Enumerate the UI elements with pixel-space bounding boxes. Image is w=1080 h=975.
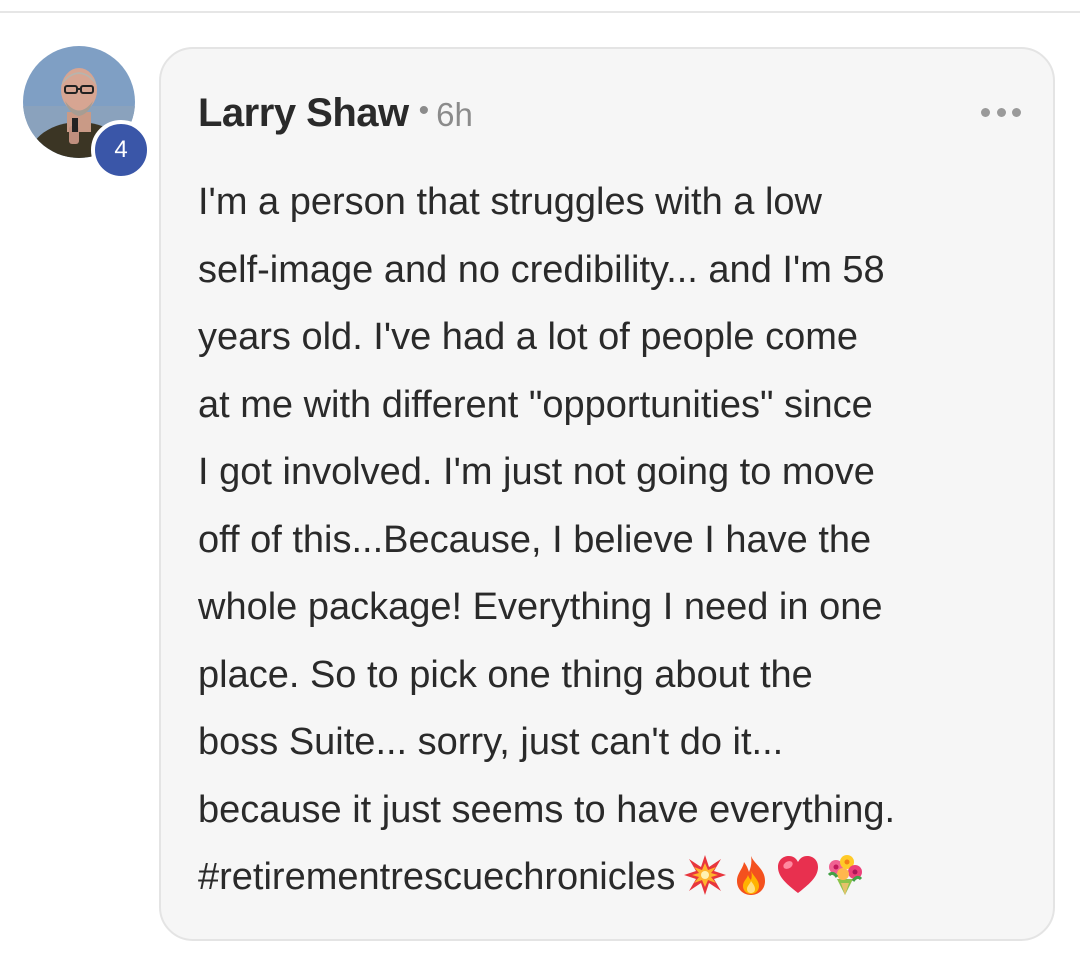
timestamp[interactable]: 6h xyxy=(436,96,473,134)
comment-body-text: I'm a person that struggles with a low s… xyxy=(198,181,896,831)
collision-emoji xyxy=(684,855,727,895)
more-horizontal-icon-dot xyxy=(996,107,1006,117)
fire-emoji xyxy=(737,856,766,895)
red-heart-emoji xyxy=(778,856,819,893)
separator-dot: • xyxy=(418,94,430,127)
more-horizontal-icon-dot xyxy=(1012,107,1021,117)
level-badge: 4 xyxy=(91,120,151,180)
comment-header: Larry Shaw • 6h xyxy=(198,91,473,136)
hashtag-link[interactable]: #retirementrescuechronicles xyxy=(198,856,675,898)
bouquet-emoji xyxy=(828,855,863,895)
top-divider xyxy=(0,11,1080,13)
more-horizontal-icon xyxy=(981,107,990,117)
comment-bubble: Larry Shaw • 6h I'm a person that strugg… xyxy=(159,47,1055,941)
comment-text: I'm a person that struggles with a low s… xyxy=(198,169,1038,912)
author-avatar-container[interactable]: 4 xyxy=(23,46,151,180)
author-name[interactable]: Larry Shaw xyxy=(198,91,409,136)
emoji-row xyxy=(683,853,867,897)
more-options-button[interactable] xyxy=(981,105,1021,119)
